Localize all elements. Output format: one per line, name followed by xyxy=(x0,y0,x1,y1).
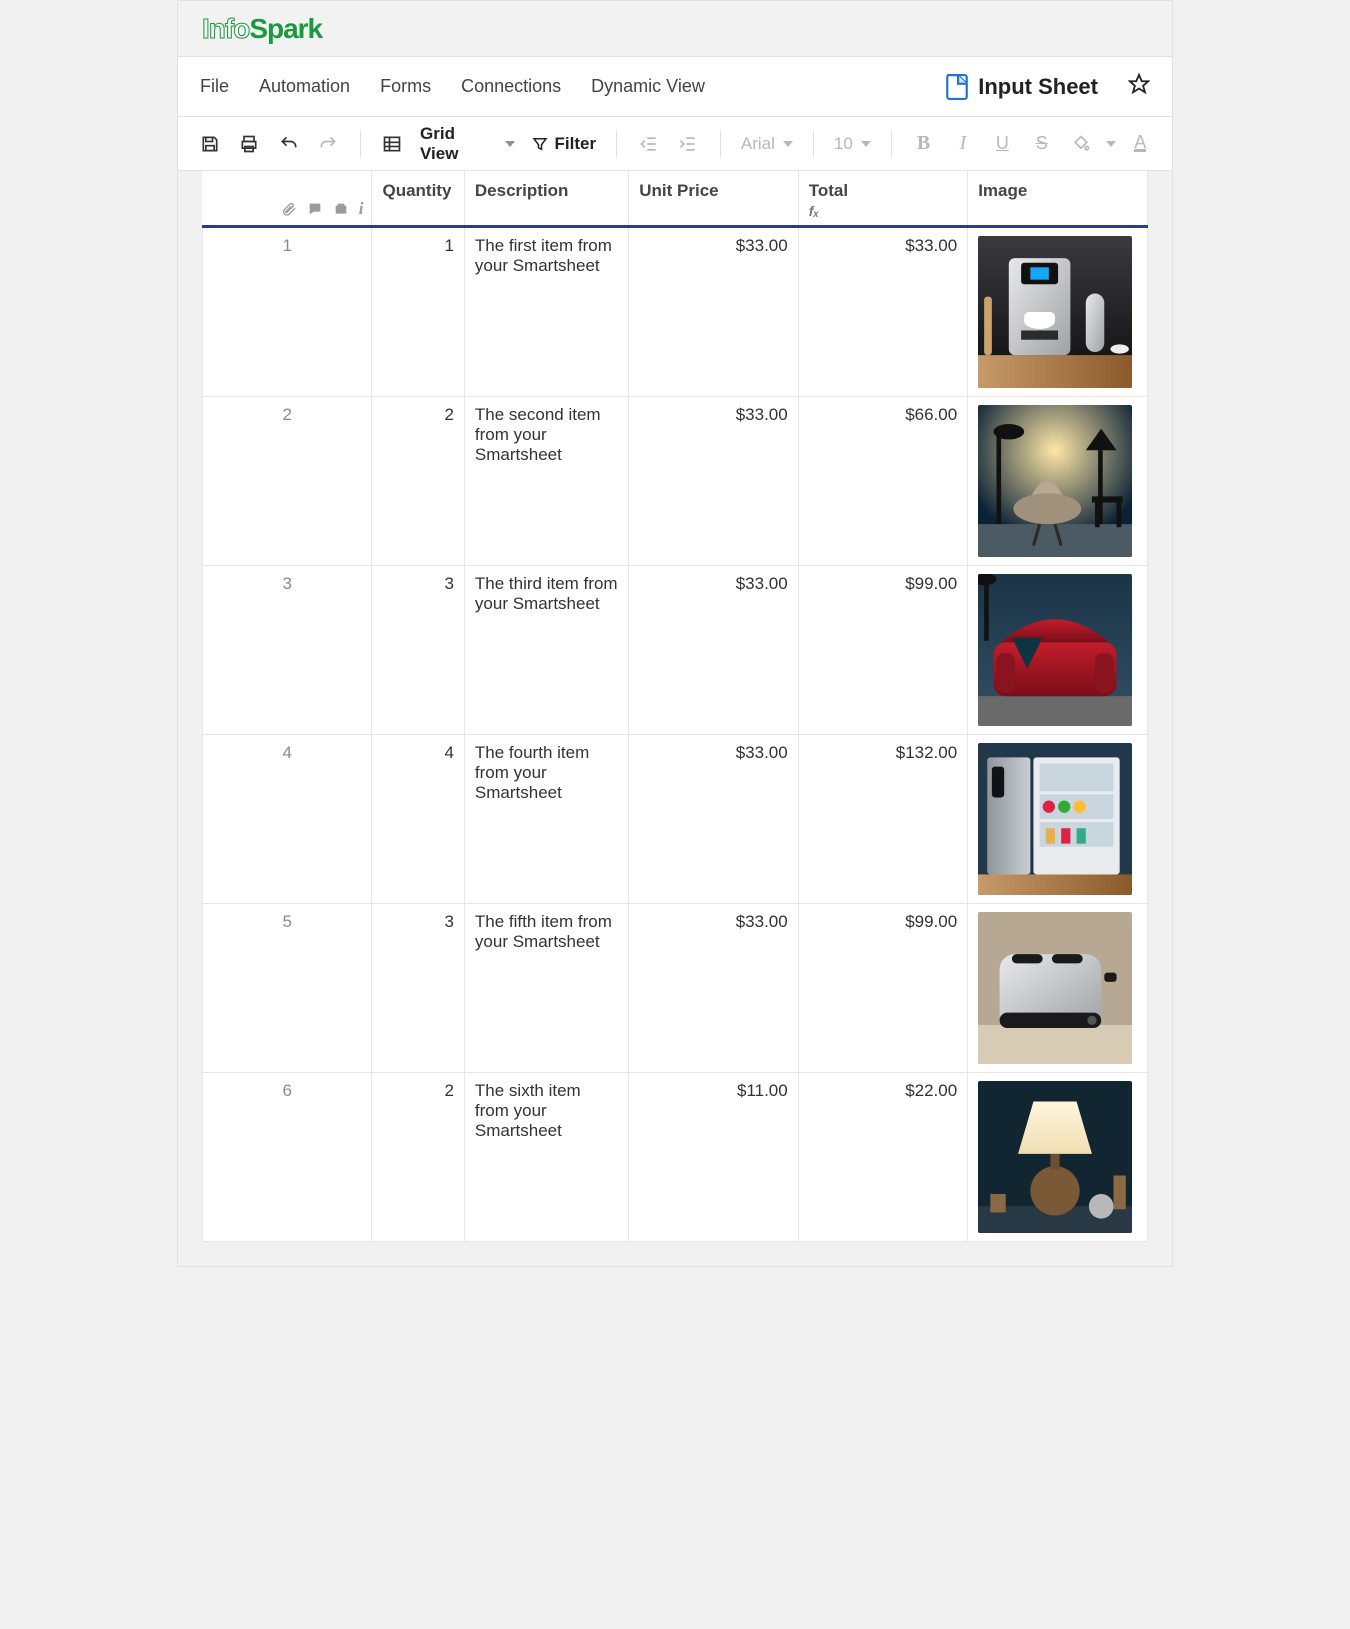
view-switcher-label: Grid View xyxy=(420,124,497,164)
comment-icon xyxy=(307,201,323,217)
cell-image[interactable] xyxy=(968,397,1148,566)
font-picker[interactable]: Arial xyxy=(735,134,799,154)
filter-label: Filter xyxy=(555,134,597,154)
italic-button[interactable]: I xyxy=(945,126,980,162)
proof-icon xyxy=(333,201,349,217)
row-number[interactable]: 5 xyxy=(203,904,372,1073)
row-number[interactable]: 2 xyxy=(203,397,372,566)
menu-bar: File Automation Forms Connections Dynami… xyxy=(178,57,1172,117)
sheet-tab[interactable]: Input Sheet xyxy=(946,74,1098,100)
sheet-icon xyxy=(946,74,968,100)
table-row[interactable]: 1 1 The first item from your Smartsheet … xyxy=(203,227,1148,397)
menu-connections[interactable]: Connections xyxy=(461,76,561,97)
thumbnail-table-lamp xyxy=(978,1081,1132,1233)
outdent-button[interactable] xyxy=(631,126,666,162)
indent-button[interactable] xyxy=(671,126,706,162)
cell-quantity[interactable]: 1 xyxy=(372,227,464,397)
col-total[interactable]: Totalfₓ xyxy=(798,171,967,227)
toolbar: Grid View Filter Arial 10 B I U S A xyxy=(178,117,1172,171)
cell-unit-price[interactable]: $33.00 xyxy=(629,904,798,1073)
fill-color-caret[interactable] xyxy=(1103,126,1119,162)
cell-quantity[interactable]: 2 xyxy=(372,397,464,566)
table-row[interactable]: 5 3 The fifth item from your Smartsheet … xyxy=(203,904,1148,1073)
menu-file[interactable]: File xyxy=(200,76,229,97)
data-grid[interactable]: i Quantity Description Unit Price Totalf… xyxy=(202,171,1148,1242)
cell-image[interactable] xyxy=(968,904,1148,1073)
cell-total[interactable]: $99.00 xyxy=(798,566,967,735)
col-unit-price[interactable]: Unit Price xyxy=(629,171,798,227)
cell-unit-price[interactable]: $33.00 xyxy=(629,566,798,735)
grid-icon xyxy=(375,126,410,162)
thumbnail-toaster xyxy=(978,912,1132,1064)
cell-unit-price[interactable]: $11.00 xyxy=(629,1073,798,1242)
table-row[interactable]: 2 2 The second item from your Smartsheet… xyxy=(203,397,1148,566)
cell-unit-price[interactable]: $33.00 xyxy=(629,227,798,397)
cell-quantity[interactable]: 4 xyxy=(372,735,464,904)
thumbnail-sofa xyxy=(978,574,1132,726)
brand-text-spark: Spark xyxy=(249,13,322,44)
fill-color-button[interactable] xyxy=(1063,126,1098,162)
cell-total[interactable]: $99.00 xyxy=(798,904,967,1073)
col-quantity[interactable]: Quantity xyxy=(372,171,464,227)
cell-unit-price[interactable]: $33.00 xyxy=(629,735,798,904)
info-icon: i xyxy=(359,199,364,219)
cell-total[interactable]: $22.00 xyxy=(798,1073,967,1242)
cell-total[interactable]: $132.00 xyxy=(798,735,967,904)
bold-button[interactable]: B xyxy=(906,126,941,162)
undo-button[interactable] xyxy=(271,126,306,162)
menu-dynamic-view[interactable]: Dynamic View xyxy=(591,76,705,97)
filter-icon xyxy=(531,135,549,153)
row-number[interactable]: 3 xyxy=(203,566,372,735)
cell-image[interactable] xyxy=(968,735,1148,904)
strikethrough-button[interactable]: S xyxy=(1024,126,1059,162)
cell-image[interactable] xyxy=(968,566,1148,735)
font-name: Arial xyxy=(741,134,775,154)
cell-description[interactable]: The fifth item from your Smartsheet xyxy=(464,904,628,1073)
filter-button[interactable]: Filter xyxy=(525,134,603,154)
table-row[interactable]: 4 4 The fourth item from your Smartsheet… xyxy=(203,735,1148,904)
thumbnail-refrigerator xyxy=(978,743,1132,895)
sheet-name: Input Sheet xyxy=(978,74,1098,100)
table-row[interactable]: 6 2 The sixth item from your Smartsheet … xyxy=(203,1073,1148,1242)
cell-unit-price[interactable]: $33.00 xyxy=(629,397,798,566)
cell-quantity[interactable]: 2 xyxy=(372,1073,464,1242)
row-number[interactable]: 1 xyxy=(203,227,372,397)
font-size: 10 xyxy=(834,134,853,154)
grid-area: i Quantity Description Unit Price Totalf… xyxy=(178,171,1172,1266)
text-color-button[interactable]: A xyxy=(1123,126,1158,162)
print-button[interactable] xyxy=(231,126,266,162)
row-number[interactable]: 6 xyxy=(203,1073,372,1242)
row-number[interactable]: 4 xyxy=(203,735,372,904)
menu-forms[interactable]: Forms xyxy=(380,76,431,97)
cell-total[interactable]: $66.00 xyxy=(798,397,967,566)
formula-indicator: fₓ xyxy=(809,201,957,219)
cell-description[interactable]: The sixth item from your Smartsheet xyxy=(464,1073,628,1242)
font-size-picker[interactable]: 10 xyxy=(828,134,877,154)
menu-automation[interactable]: Automation xyxy=(259,76,350,97)
row-header-corner[interactable]: i xyxy=(203,171,372,227)
cell-description[interactable]: The first item from your Smartsheet xyxy=(464,227,628,397)
cell-description[interactable]: The second item from your Smartsheet xyxy=(464,397,628,566)
col-description[interactable]: Description xyxy=(464,171,628,227)
col-image[interactable]: Image xyxy=(968,171,1148,227)
view-switcher[interactable]: Grid View xyxy=(414,124,521,164)
attachment-icon xyxy=(281,201,297,217)
brand-text-info: Info xyxy=(202,13,249,44)
save-button[interactable] xyxy=(192,126,227,162)
redo-button[interactable] xyxy=(310,126,345,162)
cell-description[interactable]: The fourth item from your Smartsheet xyxy=(464,735,628,904)
cell-image[interactable] xyxy=(968,227,1148,397)
underline-button[interactable]: U xyxy=(985,126,1020,162)
favorite-button[interactable] xyxy=(1128,73,1150,100)
cell-total[interactable]: $33.00 xyxy=(798,227,967,397)
cell-quantity[interactable]: 3 xyxy=(372,566,464,735)
thumbnail-armchair xyxy=(978,405,1132,557)
cell-quantity[interactable]: 3 xyxy=(372,904,464,1073)
cell-description[interactable]: The third item from your Smartsheet xyxy=(464,566,628,735)
thumbnail-coffee-machine xyxy=(978,236,1132,388)
brand-logo: InfoSpark xyxy=(202,13,322,45)
brand-bar: InfoSpark xyxy=(178,1,1172,57)
cell-image[interactable] xyxy=(968,1073,1148,1242)
table-row[interactable]: 3 3 The third item from your Smartsheet … xyxy=(203,566,1148,735)
